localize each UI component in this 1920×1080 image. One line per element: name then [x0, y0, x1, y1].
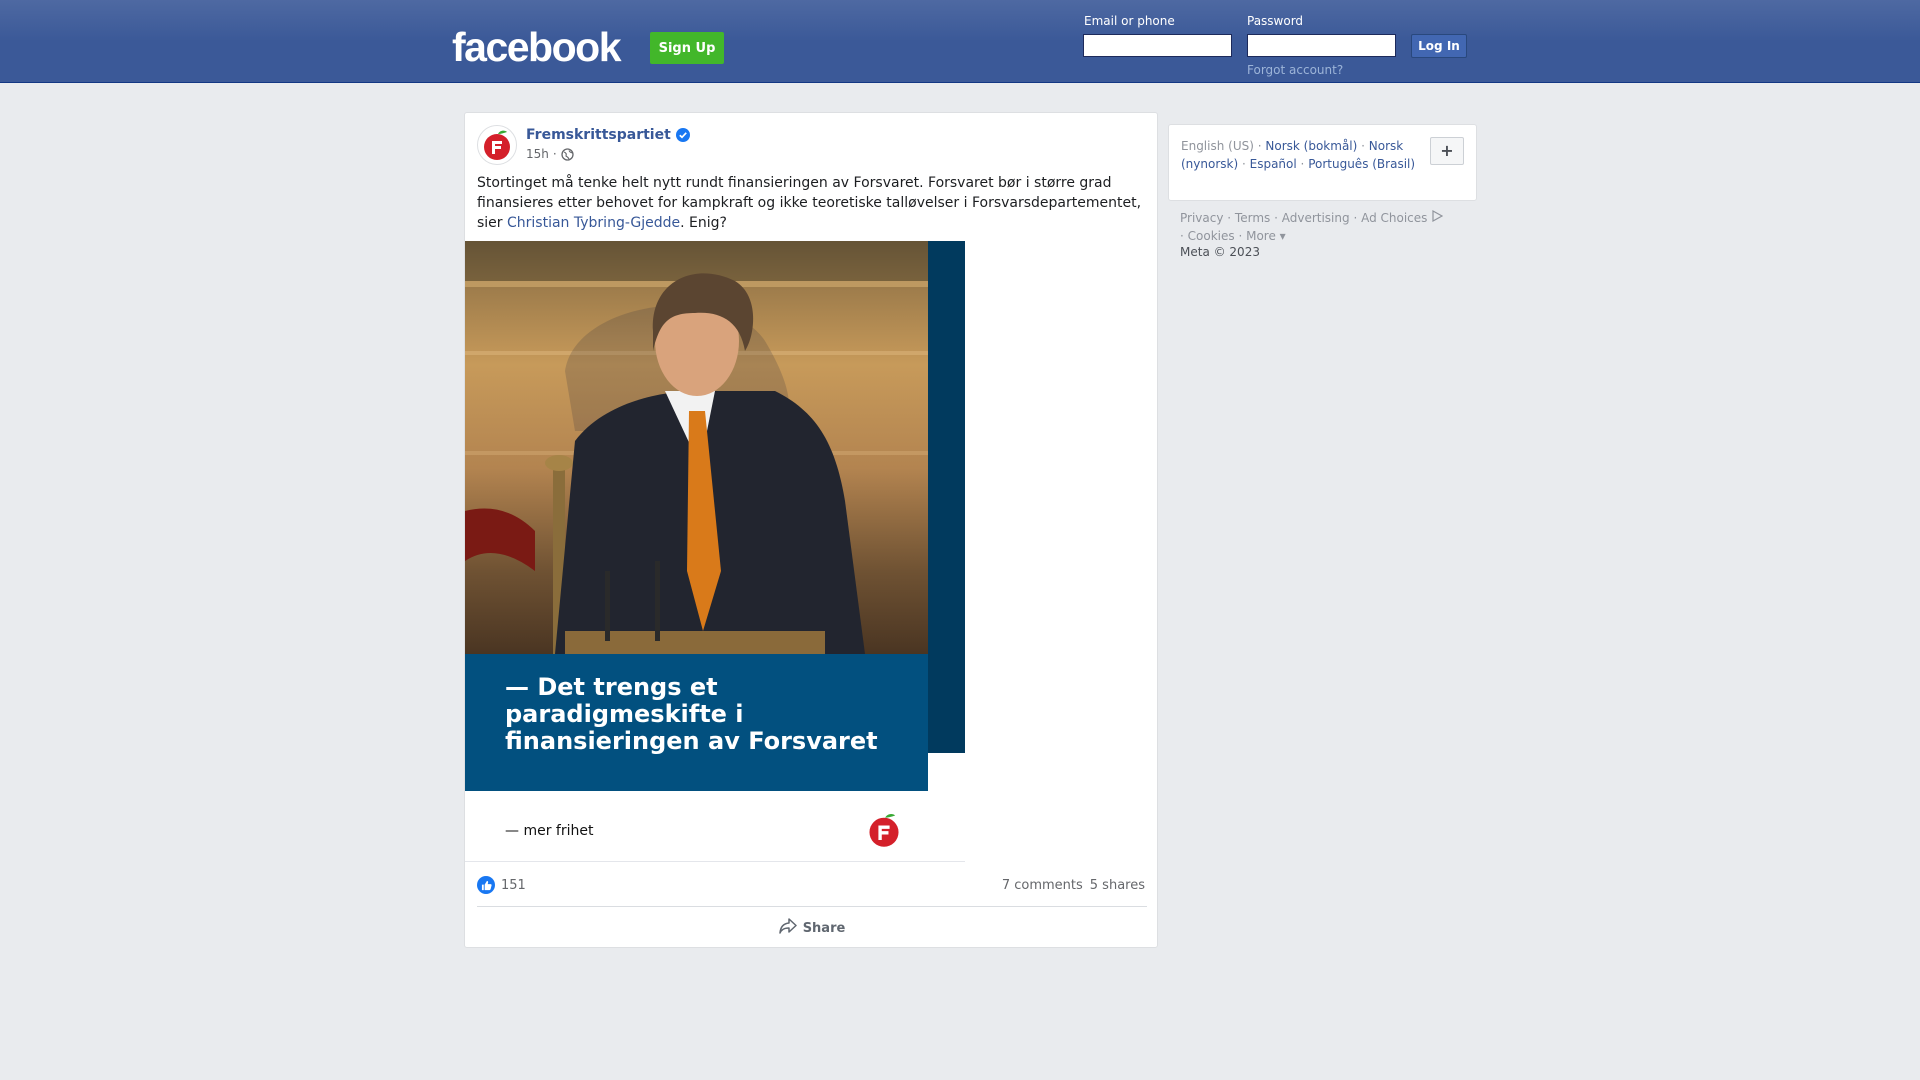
language-selector: English (US) · Norsk (bokmål) · Norsk (n… — [1168, 124, 1477, 201]
forgot-account-link[interactable]: Forgot account? — [1247, 63, 1343, 77]
shares-count[interactable]: 5 shares — [1090, 878, 1145, 893]
password-label: Password — [1247, 14, 1304, 28]
footer-link-terms[interactable]: Terms — [1235, 211, 1270, 225]
post-text-end: . Enig? — [680, 215, 727, 231]
current-language: English (US) — [1181, 139, 1254, 153]
language-link-norsk-bokmal[interactable]: Norsk (bokmål) — [1265, 139, 1357, 153]
globe-icon — [561, 147, 574, 161]
footer-link-more[interactable]: More — [1246, 229, 1276, 243]
image-slogan: — mer frihet — [505, 823, 594, 839]
language-link-portugues[interactable]: Português (Brasil) — [1308, 157, 1415, 171]
post-time[interactable]: 15h — [526, 147, 549, 161]
password-input[interactable] — [1247, 34, 1396, 57]
post-card: Fremskrittspartiet 15h · Stortinget må t… — [464, 112, 1158, 948]
share-button[interactable]: Share — [465, 913, 1159, 943]
signup-button[interactable]: Sign Up — [650, 32, 724, 64]
post-text: Stortinget må tenke helt nytt rundt fina… — [477, 173, 1149, 233]
verified-badge-icon — [675, 128, 690, 142]
facebook-logo[interactable]: facebook — [452, 22, 622, 72]
top-bar: facebook Sign Up Email or phone Password… — [0, 0, 1920, 83]
engagement-counts: 7 comments 5 shares — [1002, 878, 1145, 893]
ad-choices-icon — [1431, 209, 1444, 225]
like-count: 151 — [501, 877, 526, 893]
footer-link-cookies[interactable]: Cookies — [1188, 229, 1235, 243]
page-name: Fremskrittspartiet — [526, 127, 671, 143]
frp-logo-icon — [484, 130, 510, 160]
footer-link-privacy[interactable]: Privacy — [1180, 211, 1223, 225]
email-input[interactable] — [1083, 34, 1232, 57]
image-dark-strip — [928, 241, 965, 753]
image-quote: — Det trengs et paradigmeskifte i finans… — [465, 654, 928, 791]
footer-link-ad-choices[interactable]: Ad Choices — [1361, 211, 1427, 225]
share-icon — [778, 918, 797, 938]
mention-link[interactable]: Christian Tybring-Gjedde — [507, 215, 680, 231]
footer-link-advertising[interactable]: Advertising — [1282, 211, 1350, 225]
frp-logo-icon — [865, 811, 903, 853]
post-meta: 15h · — [526, 147, 574, 161]
speaker-photo — [465, 241, 928, 654]
login-button[interactable]: Log In — [1411, 34, 1467, 58]
meta-separator: · — [552, 147, 557, 161]
add-language-button[interactable]: + — [1430, 137, 1464, 165]
action-divider — [477, 906, 1147, 907]
page-name-link[interactable]: Fremskrittspartiet — [526, 127, 690, 143]
post-image[interactable]: — Det trengs et paradigmeskifte i finans… — [465, 241, 965, 863]
copyright: Meta © 2023 — [1180, 245, 1260, 259]
more-caret-icon: ▾ — [1279, 229, 1286, 243]
share-label: Share — [802, 920, 846, 936]
footer-links: Privacy · Terms · Advertising · Ad Choic… — [1180, 209, 1480, 245]
page-avatar[interactable] — [477, 125, 517, 165]
email-label: Email or phone — [1084, 14, 1175, 28]
image-divider — [465, 861, 965, 862]
reactions-summary[interactable]: 151 — [477, 876, 526, 894]
comments-count[interactable]: 7 comments — [1002, 878, 1083, 893]
language-link-espanol[interactable]: Español — [1250, 157, 1297, 171]
like-reaction-icon — [477, 876, 495, 894]
language-list: English (US) · Norsk (bokmål) · Norsk (n… — [1181, 139, 1416, 171]
